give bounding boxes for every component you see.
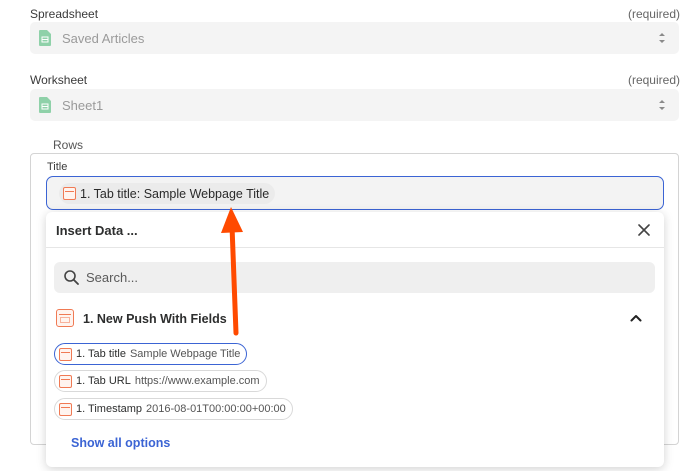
title-field-label: Title [47, 161, 68, 173]
spreadsheet-select[interactable]: Saved Articles [30, 22, 679, 54]
worksheet-label: Worksheet [30, 73, 88, 87]
insert-data-dropdown: Insert Data ... 1. New Push With Fields … [46, 212, 664, 467]
insert-option-tab-url[interactable]: 1. Tab URL https://www.example.com [54, 370, 267, 392]
dropdown-header: Insert Data ... [46, 212, 664, 248]
option-key: 1. Tab URL [76, 375, 131, 387]
google-sheets-icon [39, 30, 51, 46]
app-icon [59, 402, 72, 416]
option-value: 2016-08-01T00:00:00+00:00 [146, 403, 286, 415]
app-icon [56, 309, 74, 327]
option-value: https://www.example.com [134, 375, 260, 387]
app-icon [59, 347, 72, 361]
option-key: 1. Timestamp [76, 403, 143, 415]
worksheet-select[interactable]: Sheet1 [30, 89, 679, 121]
show-all-options-link[interactable]: Show all options [71, 436, 170, 450]
worksheet-value: Sheet1 [62, 98, 104, 113]
app-icon [63, 187, 76, 200]
pill-value: Sample Webpage Title [143, 186, 270, 201]
pill-key: 1. Tab title: [80, 186, 141, 201]
dropdown-title: Insert Data ... [56, 223, 138, 238]
chevron-up-icon[interactable] [630, 314, 642, 322]
rows-legend: Rows [45, 138, 92, 152]
option-value: Sample Webpage Title [129, 348, 241, 360]
app-icon [59, 374, 72, 388]
google-sheets-icon [39, 97, 51, 113]
title-mapped-pill[interactable]: 1. Tab title: Sample Webpage Title [59, 183, 276, 204]
search-box [54, 262, 655, 293]
app-group-label: 1. New Push With Fields [83, 312, 227, 326]
close-icon[interactable] [638, 224, 650, 236]
select-chevron-icon [659, 33, 665, 43]
worksheet-required: (required) [627, 73, 680, 87]
title-input[interactable]: 1. Tab title: Sample Webpage Title [46, 176, 664, 210]
option-key: 1. Tab title [76, 348, 126, 360]
search-input[interactable] [86, 262, 626, 293]
spreadsheet-value: Saved Articles [62, 31, 145, 46]
app-group-header[interactable]: 1. New Push With Fields [46, 306, 664, 334]
spreadsheet-label: Spreadsheet [30, 7, 99, 21]
search-icon [64, 270, 79, 285]
insert-option-tab-title[interactable]: 1. Tab title Sample Webpage Title [54, 343, 248, 365]
insert-option-timestamp[interactable]: 1. Timestamp 2016-08-01T00:00:00+00:00 [54, 398, 293, 420]
spreadsheet-required: (required) [627, 7, 680, 21]
select-chevron-icon [659, 100, 665, 110]
